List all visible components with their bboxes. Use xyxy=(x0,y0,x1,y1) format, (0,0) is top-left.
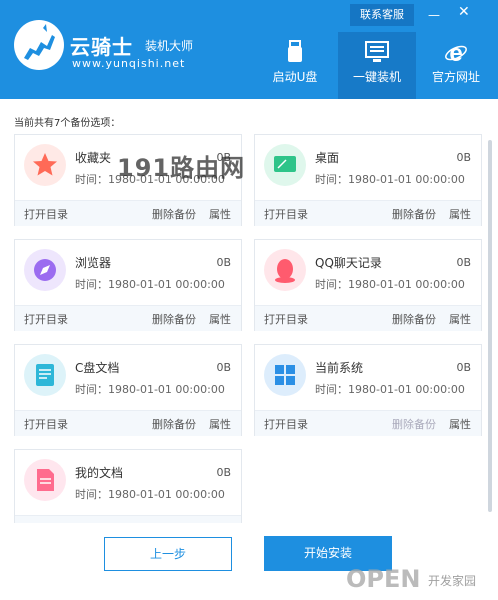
backup-size: 0B xyxy=(216,256,231,269)
watermark-bottom: OPEN xyxy=(346,565,421,593)
delete-backup-link[interactable]: 删除备份 xyxy=(152,311,196,327)
backup-time: 时间：1980-01-01 00:00:00 xyxy=(75,383,225,396)
backup-time: 时间：1980-01-01 00:00:00 xyxy=(315,278,465,291)
tab-official-site-label: 官方网址 xyxy=(431,70,480,84)
contact-service-button[interactable]: 联系客服 xyxy=(350,4,414,26)
backup-list: 收藏夹 0B 时间：1980-01-01 00:00:00 打开目录 删除备份 … xyxy=(0,133,498,523)
tab-usb-boot-label: 启动U盘 xyxy=(272,70,318,84)
tab-official-site[interactable]: e 官方网址 xyxy=(417,32,495,99)
properties-link[interactable]: 属性 xyxy=(209,521,231,523)
close-icon[interactable]: ✕ xyxy=(458,4,470,20)
properties-link[interactable]: 属性 xyxy=(209,206,231,222)
usb-drive-icon xyxy=(288,40,302,62)
brand-subtitle: 装机大师 xyxy=(145,39,194,53)
tab-one-click-install-label: 一键装机 xyxy=(352,70,401,84)
desktop-icon xyxy=(264,144,306,186)
svg-text:e: e xyxy=(449,40,462,64)
backup-card-browser[interactable]: 浏览器 0B 时间：1980-01-01 00:00:00 打开目录 删除备份 … xyxy=(14,239,242,331)
backup-card-my-documents[interactable]: 我的文档 0B 时间：1980-01-01 00:00:00 打开目录 删除备份… xyxy=(14,449,242,523)
file-icon xyxy=(24,459,66,501)
watermark-bottom-small: 开发家园 xyxy=(428,574,477,588)
delete-backup-link[interactable]: 删除备份 xyxy=(152,206,196,222)
delete-backup-link[interactable]: 删除备份 xyxy=(392,311,436,327)
backup-name: QQ聊天记录 xyxy=(315,256,382,270)
backup-name: 浏览器 xyxy=(75,256,112,270)
open-folder-link[interactable]: 打开目录 xyxy=(264,311,308,327)
ie-browser-icon: e xyxy=(445,40,467,64)
backup-name: 收藏夹 xyxy=(75,151,112,165)
document-icon xyxy=(24,354,66,396)
previous-step-button[interactable]: 上一步 xyxy=(104,537,232,571)
monitor-icon xyxy=(365,41,389,62)
open-folder-link[interactable]: 打开目录 xyxy=(264,206,308,222)
backup-time: 时间：1980-01-01 00:00:00 xyxy=(75,278,225,291)
delete-backup-link: 删除备份 xyxy=(392,418,436,431)
properties-link[interactable]: 属性 xyxy=(449,206,471,222)
card-footer: 打开目录 删除备份 属性 xyxy=(255,200,481,226)
backup-size: 0B xyxy=(216,466,231,479)
qq-icon xyxy=(264,249,306,291)
minimize-icon[interactable]: — xyxy=(428,8,440,22)
open-folder-link[interactable]: 打开目录 xyxy=(264,416,308,432)
card-footer: 打开目录 删除备份 属性 xyxy=(255,305,481,331)
knight-logo-icon xyxy=(14,20,64,70)
backup-name: 当前系统 xyxy=(315,361,364,375)
backup-card-qq-chat[interactable]: QQ聊天记录 0B 时间：1980-01-01 00:00:00 打开目录 删除… xyxy=(254,239,482,331)
card-footer: 打开目录 删除备份 属性 xyxy=(15,410,241,436)
card-footer: 打开目录 删除备份 属性 xyxy=(255,410,481,436)
open-folder-link[interactable]: 打开目录 xyxy=(24,206,68,222)
delete-backup-link[interactable]: 删除备份 xyxy=(152,416,196,432)
backup-name: 我的文档 xyxy=(75,466,124,480)
star-icon xyxy=(24,144,66,186)
open-folder-link[interactable]: 打开目录 xyxy=(24,416,68,432)
tab-one-click-install[interactable]: 一键装机 xyxy=(338,32,416,99)
open-folder-link[interactable]: 打开目录 xyxy=(24,521,68,523)
backup-name: 桌面 xyxy=(315,151,340,165)
backup-size: 0B xyxy=(216,361,231,374)
properties-link[interactable]: 属性 xyxy=(449,416,471,432)
backup-card-desktop[interactable]: 桌面 0B 时间：1980-01-01 00:00:00 打开目录 删除备份 属… xyxy=(254,134,482,226)
backup-size: 0B xyxy=(456,151,471,164)
properties-link[interactable]: 属性 xyxy=(209,416,231,432)
backup-time: 时间：1980-01-01 00:00:00 xyxy=(315,173,465,186)
watermark-top: 191路由网 xyxy=(117,154,246,182)
brand-name: 云骑士 xyxy=(70,35,133,59)
backup-size: 0B xyxy=(456,361,471,374)
delete-backup-link[interactable]: 删除备份 xyxy=(392,206,436,222)
open-folder-link[interactable]: 打开目录 xyxy=(24,311,68,327)
backup-size: 0B xyxy=(456,256,471,269)
backup-count-text: 当前共有7个备份选项： xyxy=(14,118,121,129)
scrollbar-thumb[interactable] xyxy=(488,140,492,512)
backup-time: 时间：1980-01-01 00:00:00 xyxy=(75,488,225,501)
properties-link[interactable]: 属性 xyxy=(209,311,231,327)
brand-url: www.yunqishi.net xyxy=(72,57,186,70)
card-footer: 打开目录 删除备份 属性 xyxy=(15,305,241,331)
backup-card-current-system[interactable]: 当前系统 0B 时间：1980-01-01 00:00:00 打开目录 删除备份… xyxy=(254,344,482,436)
windows-icon xyxy=(264,354,306,396)
backup-time: 时间：1980-01-01 00:00:00 xyxy=(315,383,465,396)
properties-link[interactable]: 属性 xyxy=(449,311,471,327)
compass-icon xyxy=(24,249,66,291)
backup-card-c-drive-docs[interactable]: C盘文档 0B 时间：1980-01-01 00:00:00 打开目录 删除备份… xyxy=(14,344,242,436)
tab-usb-boot[interactable]: 启动U盘 xyxy=(256,32,334,99)
header-bar: 云骑士 装机大师 www.yunqishi.net 联系客服 — ✕ 启动U盘 … xyxy=(0,0,498,99)
card-footer: 打开目录 删除备份 属性 xyxy=(15,515,241,523)
card-footer: 打开目录 删除备份 属性 xyxy=(15,200,241,226)
backup-name: C盘文档 xyxy=(75,361,120,375)
delete-backup-link[interactable]: 删除备份 xyxy=(152,521,196,523)
